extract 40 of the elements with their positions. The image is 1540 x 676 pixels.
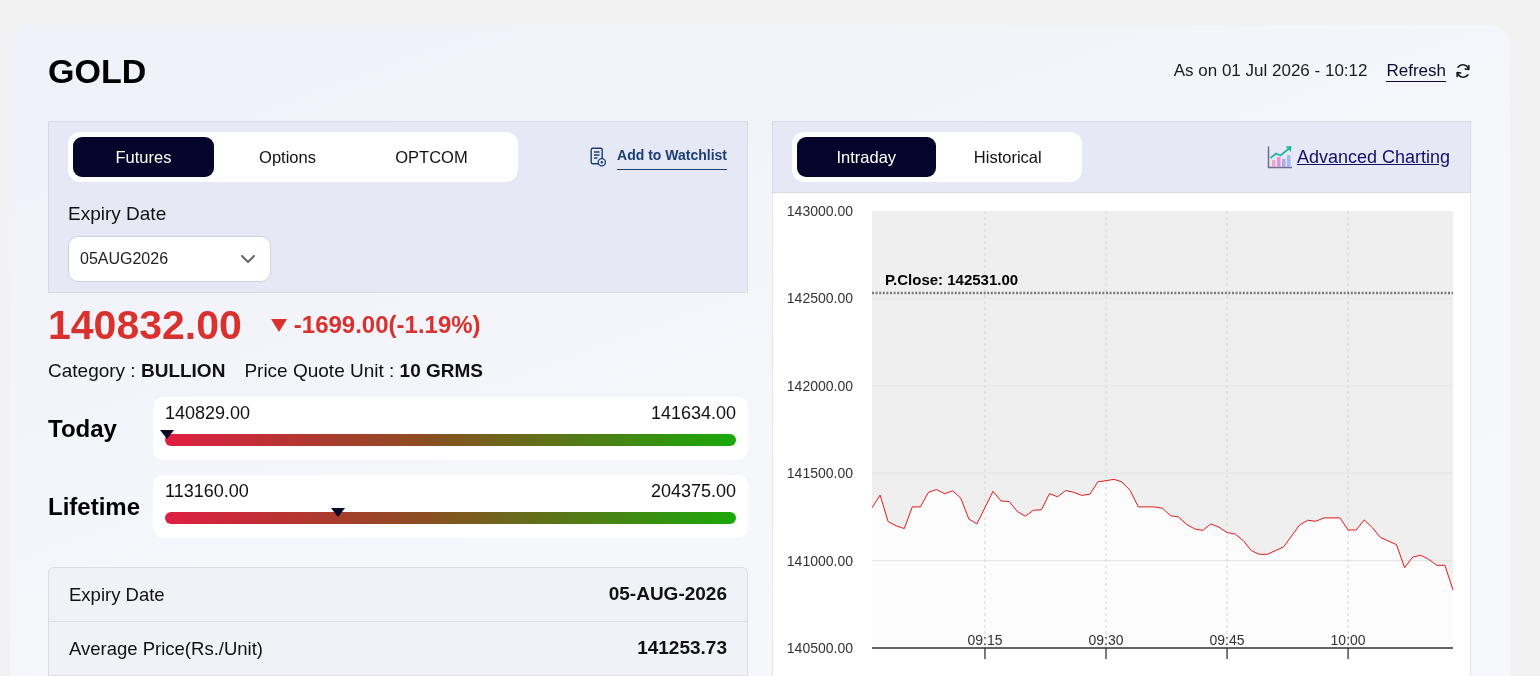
price-change: -1699.00(-1.19%) <box>293 310 481 340</box>
detail-value: 05-AUG-2026 <box>608 582 727 607</box>
segment-tab[interactable]: Futures <box>73 137 214 177</box>
detail-label: Expiry Date <box>69 582 165 607</box>
range-low-value: 140829.00 <box>165 403 251 423</box>
y-axis-label: 143000.00 <box>786 203 853 219</box>
range-label: Lifetime <box>48 491 141 522</box>
segment-tab[interactable]: Options <box>217 137 358 177</box>
x-axis-label: 10:00 <box>1330 632 1366 648</box>
y-axis-label: 140500.00 <box>786 640 853 656</box>
y-axis-label: 142000.00 <box>786 377 853 394</box>
segment-tab[interactable]: OPTCOM <box>361 137 502 177</box>
range-high-value: 141634.00 <box>650 403 736 423</box>
previous-close-label: P.Close: 142531.00 <box>885 271 1019 288</box>
x-axis-label: 09:45 <box>1209 632 1245 648</box>
range-high-value: 204375.00 <box>650 481 736 501</box>
range-label: Today <box>48 413 118 444</box>
add-to-watchlist-link[interactable]: Add to Watchlist <box>617 144 727 170</box>
detail-label: Average Price(Rs./Unit) <box>69 636 263 661</box>
chart-tab[interactable]: Intraday <box>797 137 936 177</box>
x-axis-label: 09:30 <box>1088 632 1124 648</box>
category-text: Category : BULLION <box>48 359 226 383</box>
refresh-icon[interactable] <box>1455 63 1471 79</box>
quote-unit-text: Price Quote Unit : 10 GRMS <box>244 359 484 383</box>
chart-tab[interactable]: Historical <box>938 137 1077 177</box>
expiry-date-label: Expiry Date <box>68 202 168 226</box>
as-on-timestamp: As on 01 Jul 2026 - 10:12 <box>1173 60 1368 82</box>
last-price: 140832.00 <box>48 301 242 349</box>
detail-value: 141253.73 <box>637 636 727 661</box>
y-axis-label: 142500.00 <box>786 290 853 307</box>
y-axis-label: 141000.00 <box>786 552 853 569</box>
rising-bar-chart-icon[interactable] <box>1266 145 1293 169</box>
y-axis-label: 141500.00 <box>786 465 853 482</box>
x-axis-label: 09:15 <box>967 632 1003 648</box>
range-low-value: 113160.00 <box>165 481 249 501</box>
expiry-select[interactable]: 05AUG2026 <box>68 236 271 282</box>
document-eye-icon[interactable] <box>590 147 607 167</box>
refresh-link[interactable]: Refresh <box>1386 60 1446 82</box>
page-title: GOLD <box>48 51 147 91</box>
advanced-charting-link[interactable]: Advanced Charting <box>1296 143 1450 171</box>
